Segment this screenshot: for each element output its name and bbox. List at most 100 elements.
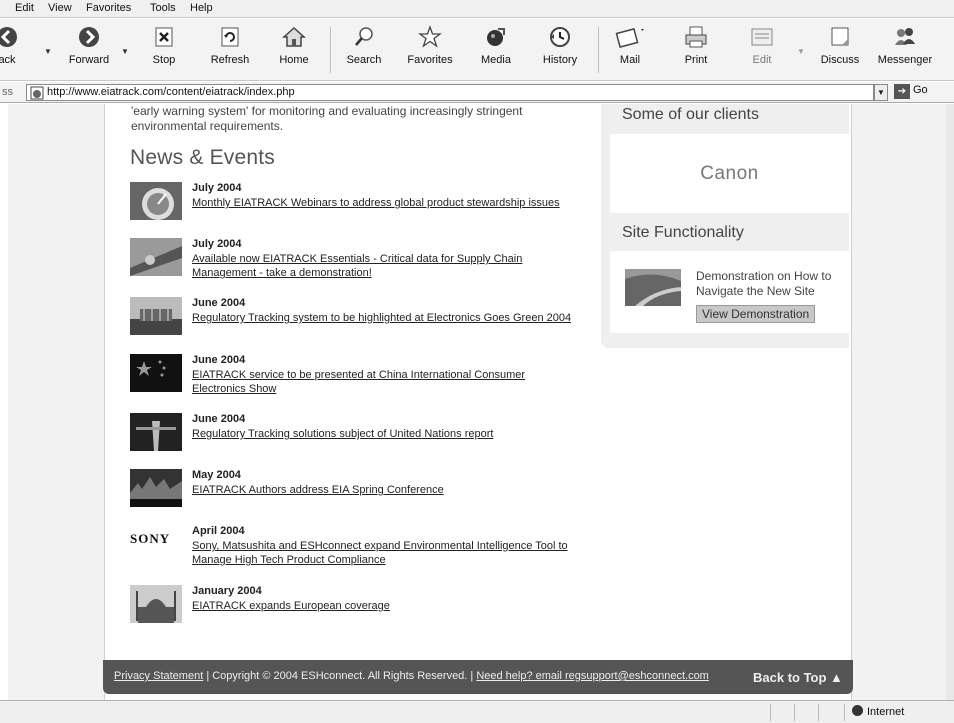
clients-box: Canon [610, 134, 849, 213]
history-label: History [542, 54, 578, 66]
status-panel [844, 704, 845, 721]
functionality-heading: Site Functionality [622, 224, 744, 241]
clients-heading: Some of our clients [622, 106, 759, 123]
stop-icon [155, 27, 173, 47]
sony-logo: SONY [130, 531, 171, 546]
messenger-button[interactable]: Messenger [876, 25, 934, 66]
demo-description: Demonstration on How to Navigate the New… [696, 269, 832, 298]
edit-dropdown-icon[interactable]: ▼ [797, 47, 805, 56]
back-button[interactable]: ack [0, 25, 22, 66]
refresh-button[interactable]: Refresh [205, 25, 255, 66]
news-thumbnail [130, 585, 182, 623]
search-label: Search [346, 54, 382, 66]
news-title: News & Events [130, 146, 275, 169]
print-button[interactable]: Print [678, 25, 714, 66]
footer-text: Privacy Statement | Copyright © 2004 ESH… [114, 670, 709, 682]
news-date: January 2004 [192, 585, 262, 597]
media-button[interactable]: Media [476, 25, 516, 66]
address-bar: ss http://www.eiatrack.com/content/eiatr… [0, 82, 954, 103]
news-date: June 2004 [192, 297, 246, 309]
stop-label: Stop [152, 54, 176, 66]
menu-view[interactable]: View [48, 2, 72, 14]
status-bar: Internet [0, 700, 954, 723]
edit-page-icon [751, 28, 773, 46]
go-button[interactable]: ➔ Go [894, 84, 928, 101]
print-label: Print [684, 54, 708, 66]
news-date: July 2004 [192, 182, 242, 194]
menu-bar: Edit View Favorites Tools Help [0, 0, 954, 18]
page-viewport: 'early warning system' for monitoring an… [8, 104, 946, 700]
copyright-text: | Copyright © 2004 ESHconnect. All Right… [203, 670, 477, 682]
home-label: Home [279, 54, 309, 66]
toolbar-separator [598, 27, 599, 73]
news-link[interactable]: Sony, Matsushita and ESHconnect expand E… [192, 539, 572, 567]
back-label: ack [0, 54, 16, 66]
history-icon [550, 27, 570, 47]
news-thumbnail [130, 238, 182, 276]
mail-button[interactable]: Mail [612, 25, 648, 66]
view-demonstration-button[interactable]: View Demonstration [696, 305, 816, 323]
menu-edit[interactable]: Edit [15, 2, 34, 14]
go-label: Go [913, 84, 928, 96]
forward-arrow-icon [79, 27, 99, 47]
help-email-link[interactable]: Need help? email regsupport@eshconnect.c… [476, 670, 709, 682]
status-panel [794, 704, 795, 721]
discuss-icon [831, 27, 849, 46]
edit-button[interactable]: Edit [745, 25, 779, 66]
globe-icon [852, 705, 863, 716]
back-to-top-link[interactable]: Back to Top ▲ [753, 670, 843, 685]
address-url: http://www.eiatrack.com/content/eiatrack… [47, 86, 295, 98]
search-button[interactable]: Search [342, 25, 386, 66]
address-dropdown-icon[interactable]: ▼ [874, 84, 888, 101]
client-logo: Canon [700, 163, 759, 184]
address-input[interactable]: http://www.eiatrack.com/content/eiatrack… [26, 84, 874, 101]
news-date: May 2004 [192, 469, 241, 481]
go-arrow-icon: ➔ [894, 84, 910, 99]
news-link[interactable]: EIATRACK Authors address EIA Spring Conf… [192, 483, 572, 497]
favorites-button[interactable]: Favorites [403, 25, 457, 66]
forward-dropdown-icon[interactable]: ▼ [121, 47, 129, 56]
mail-icon [615, 27, 644, 49]
discuss-label: Discuss [820, 54, 860, 66]
menu-tools[interactable]: Tools [150, 2, 176, 14]
media-icon [487, 28, 505, 46]
messenger-label: Messenger [877, 54, 933, 66]
news-date: June 2004 [192, 354, 246, 366]
news-link[interactable]: Available now EIATRACK Essentials - Crit… [192, 252, 572, 280]
news-thumbnail [130, 297, 182, 335]
news-link[interactable]: EIATRACK expands European coverage [192, 599, 572, 613]
toolbar-separator [330, 27, 331, 73]
search-icon [355, 27, 373, 46]
functionality-box: Demonstration on How to Navigate the New… [610, 251, 849, 333]
menu-favorites[interactable]: Favorites [86, 2, 131, 14]
news-link[interactable]: Monthly EIATRACK Webinars to address glo… [192, 196, 572, 210]
news-link[interactable]: Regulatory Tracking system to be highlig… [192, 311, 572, 325]
news-date: April 2004 [192, 525, 245, 537]
home-icon [282, 26, 306, 47]
discuss-button[interactable]: Discuss [818, 25, 862, 66]
back-dropdown-icon[interactable]: ▼ [44, 47, 52, 56]
home-button[interactable]: Home [274, 25, 314, 66]
page-footer: Privacy Statement | Copyright © 2004 ESH… [103, 660, 853, 694]
news-link[interactable]: Regulatory Tracking solutions subject of… [192, 427, 572, 441]
messenger-icon [895, 28, 915, 45]
media-label: Media [481, 54, 511, 66]
refresh-label: Refresh [210, 54, 250, 66]
page-icon [30, 86, 44, 100]
stop-button[interactable]: Stop [144, 25, 184, 66]
favorites-label: Favorites [407, 54, 453, 66]
privacy-link[interactable]: Privacy Statement [114, 670, 203, 682]
security-zone: Internet [852, 705, 904, 718]
star-icon [418, 25, 442, 48]
intro-text: 'early warning system' for monitoring an… [131, 104, 523, 133]
history-button[interactable]: History [538, 25, 582, 66]
news-link[interactable]: EIATRACK service to be presented at Chin… [192, 368, 572, 396]
forward-button[interactable]: Forward [64, 25, 114, 66]
news-thumbnail [130, 182, 182, 220]
zone-label: Internet [867, 706, 905, 718]
status-panel [770, 704, 771, 721]
menu-help[interactable]: Help [190, 2, 213, 14]
news-thumbnail [130, 413, 182, 451]
edit-label: Edit [752, 54, 772, 66]
scrollbar-track[interactable] [946, 104, 954, 700]
